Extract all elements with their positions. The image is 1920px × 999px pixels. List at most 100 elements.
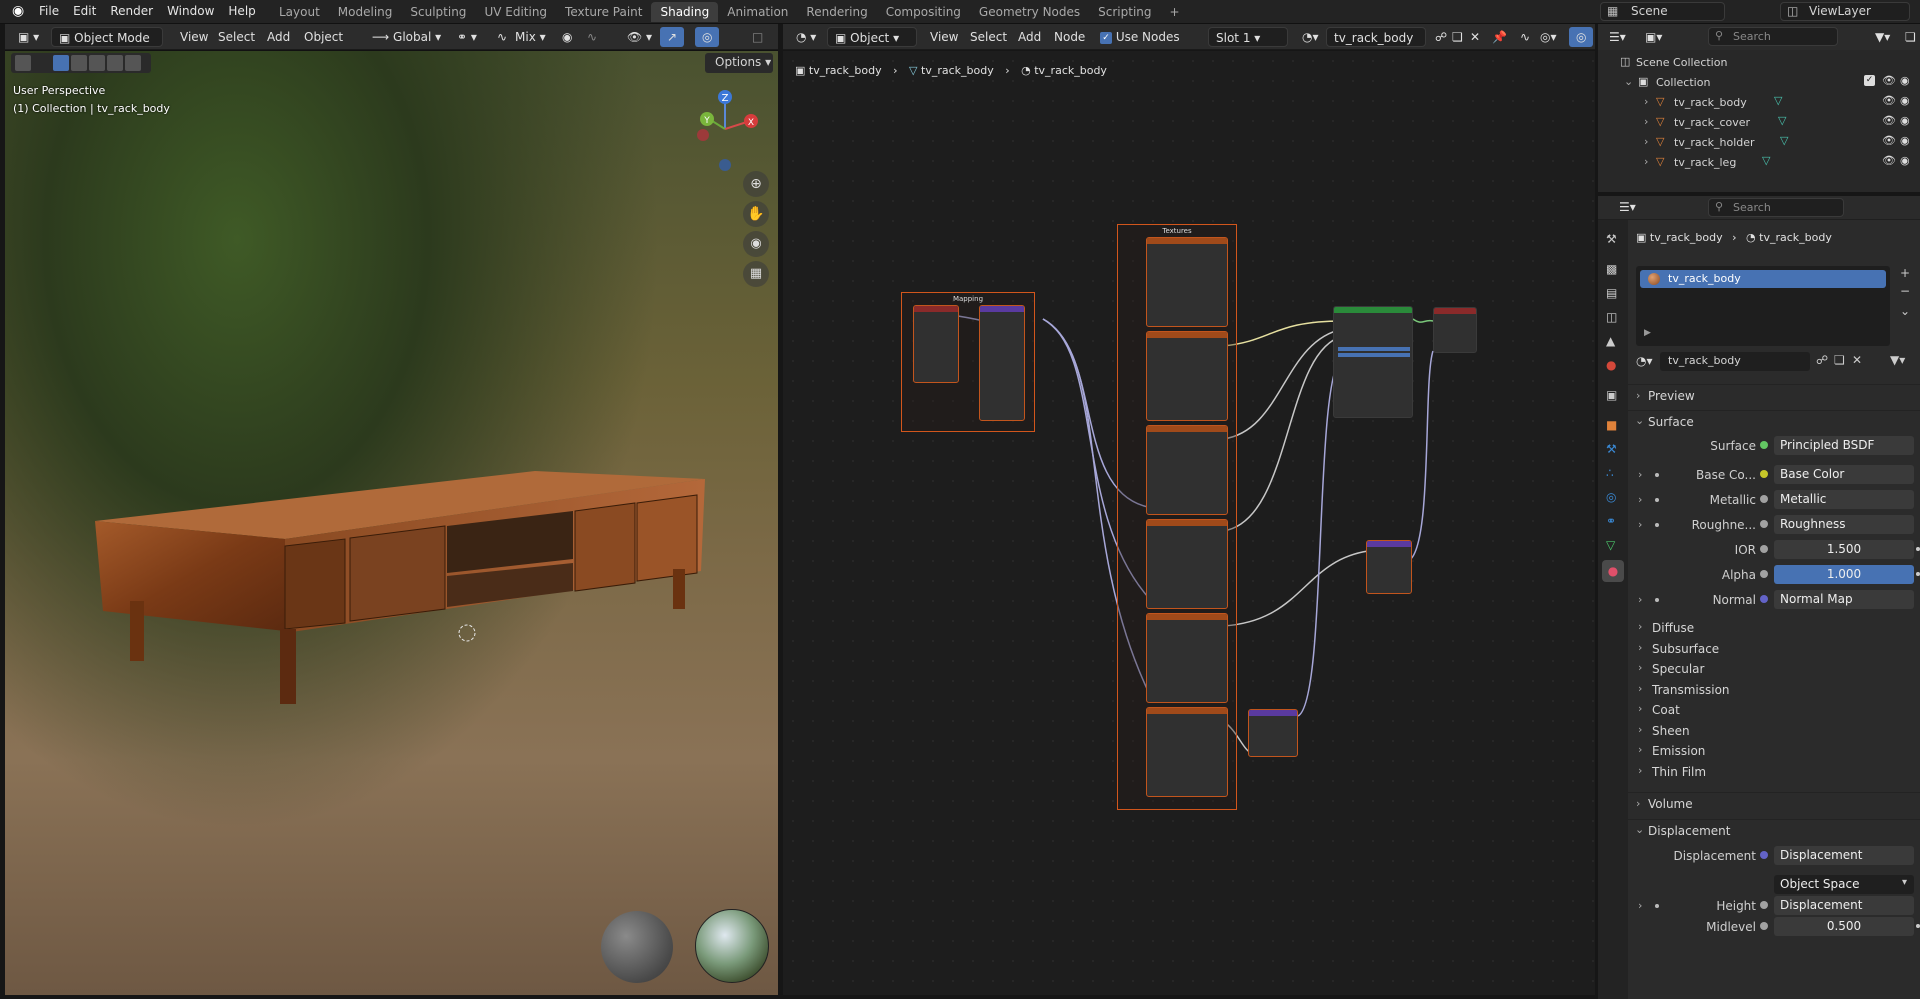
tab-rendering[interactable]: Rendering: [797, 2, 876, 22]
zoom-icon[interactable]: ⊕: [743, 171, 769, 197]
unlink-icon[interactable]: ✕: [1852, 353, 1862, 367]
viewport-menu-view[interactable]: View: [173, 27, 215, 47]
tab-sculpting[interactable]: Sculpting: [401, 2, 475, 22]
subpanel-header[interactable]: › Diffuse: [1628, 618, 1920, 638]
expand-arrow-icon[interactable]: ›: [1638, 518, 1642, 531]
visibility-eye-icon[interactable]: 👁: [1882, 94, 1896, 107]
link-filter-icon[interactable]: ▼▾: [1890, 353, 1905, 367]
node-menu-node[interactable]: Node: [1047, 27, 1092, 47]
property-value-field[interactable]: Normal Map: [1774, 590, 1914, 609]
viewport-menu-add[interactable]: Add: [260, 27, 297, 47]
mesh-data-icon[interactable]: ▽: [1778, 114, 1786, 127]
gizmo-toggle-icon[interactable]: ↗: [660, 27, 685, 47]
pin-icon[interactable]: 📌: [1485, 27, 1514, 47]
property-value-field[interactable]: Metallic: [1774, 490, 1914, 509]
view-layer-tab-icon[interactable]: ◫: [1606, 310, 1617, 324]
section-preview[interactable]: › Preview: [1628, 384, 1920, 406]
property-value-field[interactable]: Roughness: [1774, 515, 1914, 534]
proportional-edit-icon[interactable]: ◉: [555, 27, 579, 47]
expand-arrow-icon[interactable]: ›: [1644, 155, 1648, 168]
viewlayer-selector[interactable]: ◫ ViewLayer: [1780, 2, 1910, 21]
tab-texture-paint[interactable]: Texture Paint: [556, 2, 651, 22]
3d-viewport[interactable]: Options ▾ User Perspective (1) Collectio…: [5, 51, 778, 995]
node-menu-add[interactable]: Add: [1011, 27, 1048, 47]
menu-help[interactable]: Help: [221, 1, 262, 21]
pan-hand-icon[interactable]: ✋: [743, 201, 769, 227]
visibility-eye-icon[interactable]: 👁: [1882, 154, 1896, 167]
gizmo-neg-z[interactable]: [719, 159, 731, 171]
data-tab-icon[interactable]: ▽: [1606, 538, 1615, 552]
overlay-toggle-icon[interactable]: ◎: [695, 27, 720, 47]
node-menu-view[interactable]: View: [923, 27, 965, 47]
tv-rack-model[interactable]: [95, 411, 715, 771]
principled-bsdf-node[interactable]: [1333, 306, 1413, 418]
add-slot-icon[interactable]: +: [1900, 266, 1910, 280]
image-texture-node-roughness[interactable]: [1146, 519, 1228, 609]
blender-logo-icon[interactable]: ◉: [12, 3, 24, 19]
select-new-icon[interactable]: [53, 55, 69, 71]
new-collection-icon[interactable]: ❏: [1898, 27, 1920, 47]
visibility-eye-icon[interactable]: 👁: [1882, 114, 1896, 127]
visibility-eye-icon[interactable]: 👁: [1882, 134, 1896, 147]
subpanel-header[interactable]: › Specular: [1628, 659, 1920, 679]
expand-arrow-icon[interactable]: ›: [1638, 468, 1642, 481]
image-texture-node-displacement[interactable]: [1146, 613, 1228, 703]
ior-field[interactable]: [1338, 347, 1410, 351]
menu-window[interactable]: Window: [160, 1, 221, 21]
editor-type-button[interactable]: ▣ ▾: [11, 27, 46, 47]
select-intersect-icon[interactable]: [125, 55, 141, 71]
expand-arrow-icon[interactable]: ›: [1644, 135, 1648, 148]
texture-coordinate-node[interactable]: [913, 305, 959, 383]
visibility-icon[interactable]: 👁 ▾: [620, 27, 659, 47]
property-value-field[interactable]: 0.500: [1774, 917, 1914, 936]
subpanel-header[interactable]: › Subsurface: [1628, 639, 1920, 659]
subpanel-header[interactable]: › Emission: [1628, 741, 1920, 761]
outliner-object-row[interactable]: › ▽ tv_rack_body ▽ 👁 ◉: [1598, 93, 1918, 113]
proportional-dropdown[interactable]: Mix ▾: [508, 27, 553, 47]
shader-node-editor[interactable]: ▣ tv_rack_body › ▽ tv_rack_body › ◔ tv_r…: [783, 51, 1595, 995]
menu-file[interactable]: File: [32, 1, 66, 21]
display-mode-icon[interactable]: ▣▾: [1638, 27, 1669, 47]
subpanel-header[interactable]: › Transmission: [1628, 680, 1920, 700]
world-tab-icon[interactable]: ●: [1606, 358, 1616, 372]
viewport-menu-select[interactable]: Select: [211, 27, 262, 47]
collection-checkbox-icon[interactable]: ✓: [1864, 75, 1875, 86]
image-texture-node-metallic[interactable]: [1146, 425, 1228, 515]
duplicate-icon[interactable]: ❏: [1834, 353, 1845, 367]
options-dropdown[interactable]: Options ▾: [705, 53, 773, 73]
subpanel-header[interactable]: › Coat: [1628, 700, 1920, 720]
tool-select-icon[interactable]: [15, 55, 31, 71]
node-gizmo-icon[interactable]: ◎: [1569, 27, 1594, 47]
output-tab-icon[interactable]: ▤: [1606, 286, 1617, 300]
tab-modeling[interactable]: Modeling: [329, 2, 402, 22]
section-surface[interactable]: ⌄ Surface: [1628, 410, 1920, 432]
tab-scripting[interactable]: Scripting: [1089, 2, 1160, 22]
tool-tab-icon[interactable]: ⚒: [1606, 232, 1617, 246]
slot-dropdown[interactable]: Slot 1 ▾: [1208, 27, 1288, 47]
collection-tab-icon[interactable]: ▣: [1606, 388, 1617, 402]
displacement-node[interactable]: [1366, 540, 1412, 594]
normal-map-node[interactable]: [1248, 709, 1298, 757]
remove-slot-icon[interactable]: −: [1900, 284, 1910, 298]
render-camera-icon[interactable]: ◉: [1900, 94, 1910, 107]
list-expand-icon[interactable]: ▶: [1644, 328, 1651, 338]
expand-arrow-icon[interactable]: ›: [1638, 593, 1642, 606]
expand-arrow-icon[interactable]: ›: [1638, 493, 1642, 506]
fake-user-shield-icon[interactable]: ☍: [1816, 353, 1828, 367]
mapping-node[interactable]: [979, 305, 1025, 421]
tab-animation[interactable]: Animation: [718, 2, 797, 22]
property-value-field[interactable]: 1.000: [1774, 565, 1914, 584]
pivot-icon[interactable]: ⚭ ▾: [450, 27, 484, 47]
gizmo-neg-x[interactable]: [697, 129, 709, 141]
node-overlay-icon[interactable]: ◎▾: [1533, 27, 1564, 47]
outliner-object-row[interactable]: › ▽ tv_rack_cover ▽ 👁 ◉: [1598, 113, 1918, 133]
shader-type-dropdown[interactable]: ▣ Object ▾: [827, 27, 917, 47]
mesh-data-icon[interactable]: ▽: [1780, 134, 1788, 147]
material-slot-item[interactable]: tv_rack_body: [1640, 270, 1886, 288]
tab-layout[interactable]: Layout: [270, 2, 329, 22]
mesh-data-icon[interactable]: ▽: [1762, 154, 1770, 167]
navigation-gizmo[interactable]: Z X Y: [685, 81, 765, 171]
expand-arrow-icon[interactable]: ›: [1644, 115, 1648, 128]
render-camera-icon[interactable]: ◉: [1900, 74, 1910, 87]
transform-orientation-dropdown[interactable]: ⟶ Global ▾: [365, 27, 448, 47]
